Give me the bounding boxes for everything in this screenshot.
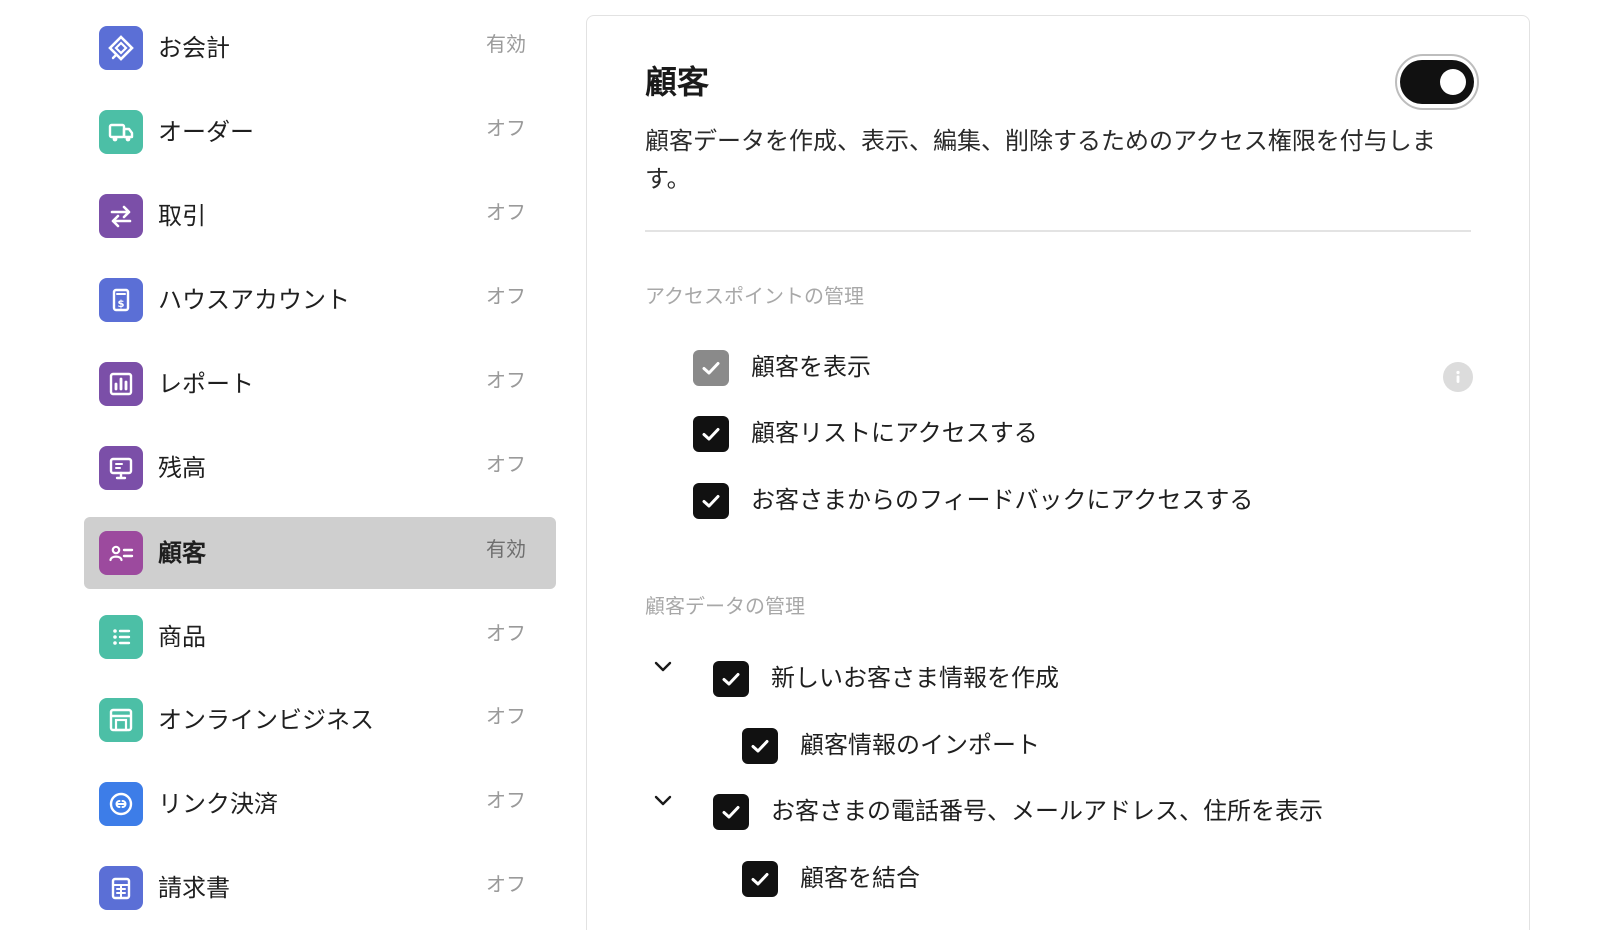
sidebar-item-label: 顧客: [158, 539, 206, 567]
status-badge: オフ: [486, 368, 526, 392]
svg-text:$: $: [118, 299, 125, 310]
check-icon: [751, 740, 769, 753]
status-badge: オフ: [486, 116, 526, 140]
info-icon[interactable]: [1443, 362, 1473, 392]
permission-access-feedback[interactable]: お客さまからのフィードバックにアクセスする: [693, 481, 1453, 519]
status-badge: オフ: [486, 452, 526, 476]
checkbox-view-contact-info[interactable]: [713, 794, 749, 830]
list-icon: [99, 615, 143, 659]
permission-description: 顧客データを作成、表示、編集、削除するためのアクセス権限を付与します。: [645, 127, 1436, 193]
sidebar-item-customers[interactable]: 顧客 有効: [84, 517, 556, 589]
sidebar-item-house-accounts[interactable]: $ ハウスアカウント オフ: [84, 264, 556, 336]
sidebar-item-reports[interactable]: レポート オフ: [84, 348, 556, 420]
check-icon: [751, 873, 769, 886]
check-icon: [702, 428, 720, 441]
permission-view-customers: 顧客を表示: [693, 348, 1453, 386]
sidebar-item-orders[interactable]: オーダー オフ: [84, 96, 556, 168]
section-title-access-points: アクセスポイントの管理: [645, 284, 864, 308]
truck-icon: [99, 110, 143, 154]
status-badge: 有効: [486, 32, 526, 56]
check-icon: [722, 806, 740, 819]
bar-chart-icon: [99, 362, 143, 406]
status-badge: オフ: [486, 872, 526, 896]
page-title: 顧客: [645, 63, 710, 101]
status-badge: 有効: [486, 537, 526, 561]
sidebar-item-online-business[interactable]: オンラインビジネス オフ: [84, 684, 556, 756]
checkbox-label: お客さまからのフィードバックにアクセスする: [751, 486, 1254, 514]
section-title-data-management: 顧客データの管理: [645, 594, 805, 618]
checkbox-import-customers[interactable]: [742, 728, 778, 764]
divider: [645, 230, 1471, 232]
invoice-icon: [99, 866, 143, 910]
sidebar-item-label: 商品: [158, 623, 206, 651]
customers-permission-toggle[interactable]: [1395, 54, 1479, 110]
checkbox-access-customer-list[interactable]: [693, 416, 729, 452]
permission-detail-panel: 顧客 顧客データを作成、表示、編集、削除するためのアクセス権限を付与します。 ア…: [586, 15, 1530, 930]
status-badge: オフ: [486, 621, 526, 645]
chevron-down-icon[interactable]: [649, 786, 677, 814]
checkbox-label: 顧客を表示: [751, 353, 871, 381]
sidebar-item-transactions[interactable]: 取引 オフ: [84, 180, 556, 252]
checkbox-access-feedback[interactable]: [693, 483, 729, 519]
permission-access-customer-list[interactable]: 顧客リストにアクセスする: [693, 414, 1453, 452]
chevron-down-icon[interactable]: [649, 652, 677, 680]
status-badge: オフ: [486, 200, 526, 224]
sidebar-item-label: 請求書: [158, 874, 230, 902]
monitor-icon: [99, 446, 143, 490]
checkbox-label: 顧客を結合: [800, 864, 920, 892]
permission-create-customer[interactable]: 新しいお客さま情報を作成: [713, 659, 1453, 697]
sidebar-item-balance[interactable]: 残高 オフ: [84, 432, 556, 504]
sidebar-item-items[interactable]: 商品 オフ: [84, 601, 556, 673]
pos-diamond-icon: [99, 26, 143, 70]
sidebar-item-label: お会計: [158, 34, 230, 62]
sidebar-item-checkout[interactable]: お会計 有効: [84, 12, 556, 84]
sidebar-item-label: 残高: [158, 454, 206, 482]
permission-import-customers[interactable]: 顧客情報のインポート: [742, 726, 1442, 764]
permission-view-contact-info[interactable]: お客さまの電話番号、メールアドレス、住所を表示: [713, 792, 1453, 830]
sidebar-item-label: オンラインビジネス: [158, 706, 374, 734]
checkbox-merge-customers[interactable]: [742, 861, 778, 897]
checkbox-label: 新しいお客さま情報を作成: [771, 664, 1059, 692]
checkbox-label: お客さまの電話番号、メールアドレス、住所を表示: [771, 797, 1323, 825]
dollar-document-icon: $: [99, 278, 143, 322]
checkbox-create-customer[interactable]: [713, 661, 749, 697]
checkbox-view-customers: [693, 350, 729, 386]
checkbox-label: 顧客情報のインポート: [800, 731, 1040, 759]
transfer-arrows-icon: [99, 194, 143, 238]
checkbox-label: 顧客リストにアクセスする: [751, 419, 1038, 447]
contact-card-icon: [99, 531, 143, 575]
permission-merge-customers[interactable]: 顧客を結合: [742, 859, 1442, 897]
sidebar-item-invoices[interactable]: 請求書 オフ: [84, 852, 556, 924]
check-icon: [702, 362, 720, 375]
storefront-icon: [99, 698, 143, 742]
sidebar-item-label: オーダー: [158, 118, 254, 146]
status-badge: オフ: [486, 788, 526, 812]
check-icon: [722, 673, 740, 686]
toggle-knob: [1440, 69, 1466, 95]
sidebar-item-label: 取引: [158, 202, 206, 230]
sidebar-item-label: レポート: [158, 370, 254, 398]
status-badge: オフ: [486, 704, 526, 728]
status-badge: オフ: [486, 284, 526, 308]
sidebar-item-label: リンク決済: [158, 790, 278, 818]
link-circle-icon: [99, 782, 143, 826]
check-icon: [702, 495, 720, 508]
sidebar-item-payment-links[interactable]: リンク決済 オフ: [84, 768, 556, 840]
sidebar-item-label: ハウスアカウント: [158, 286, 350, 314]
toggle-track: [1400, 60, 1474, 104]
